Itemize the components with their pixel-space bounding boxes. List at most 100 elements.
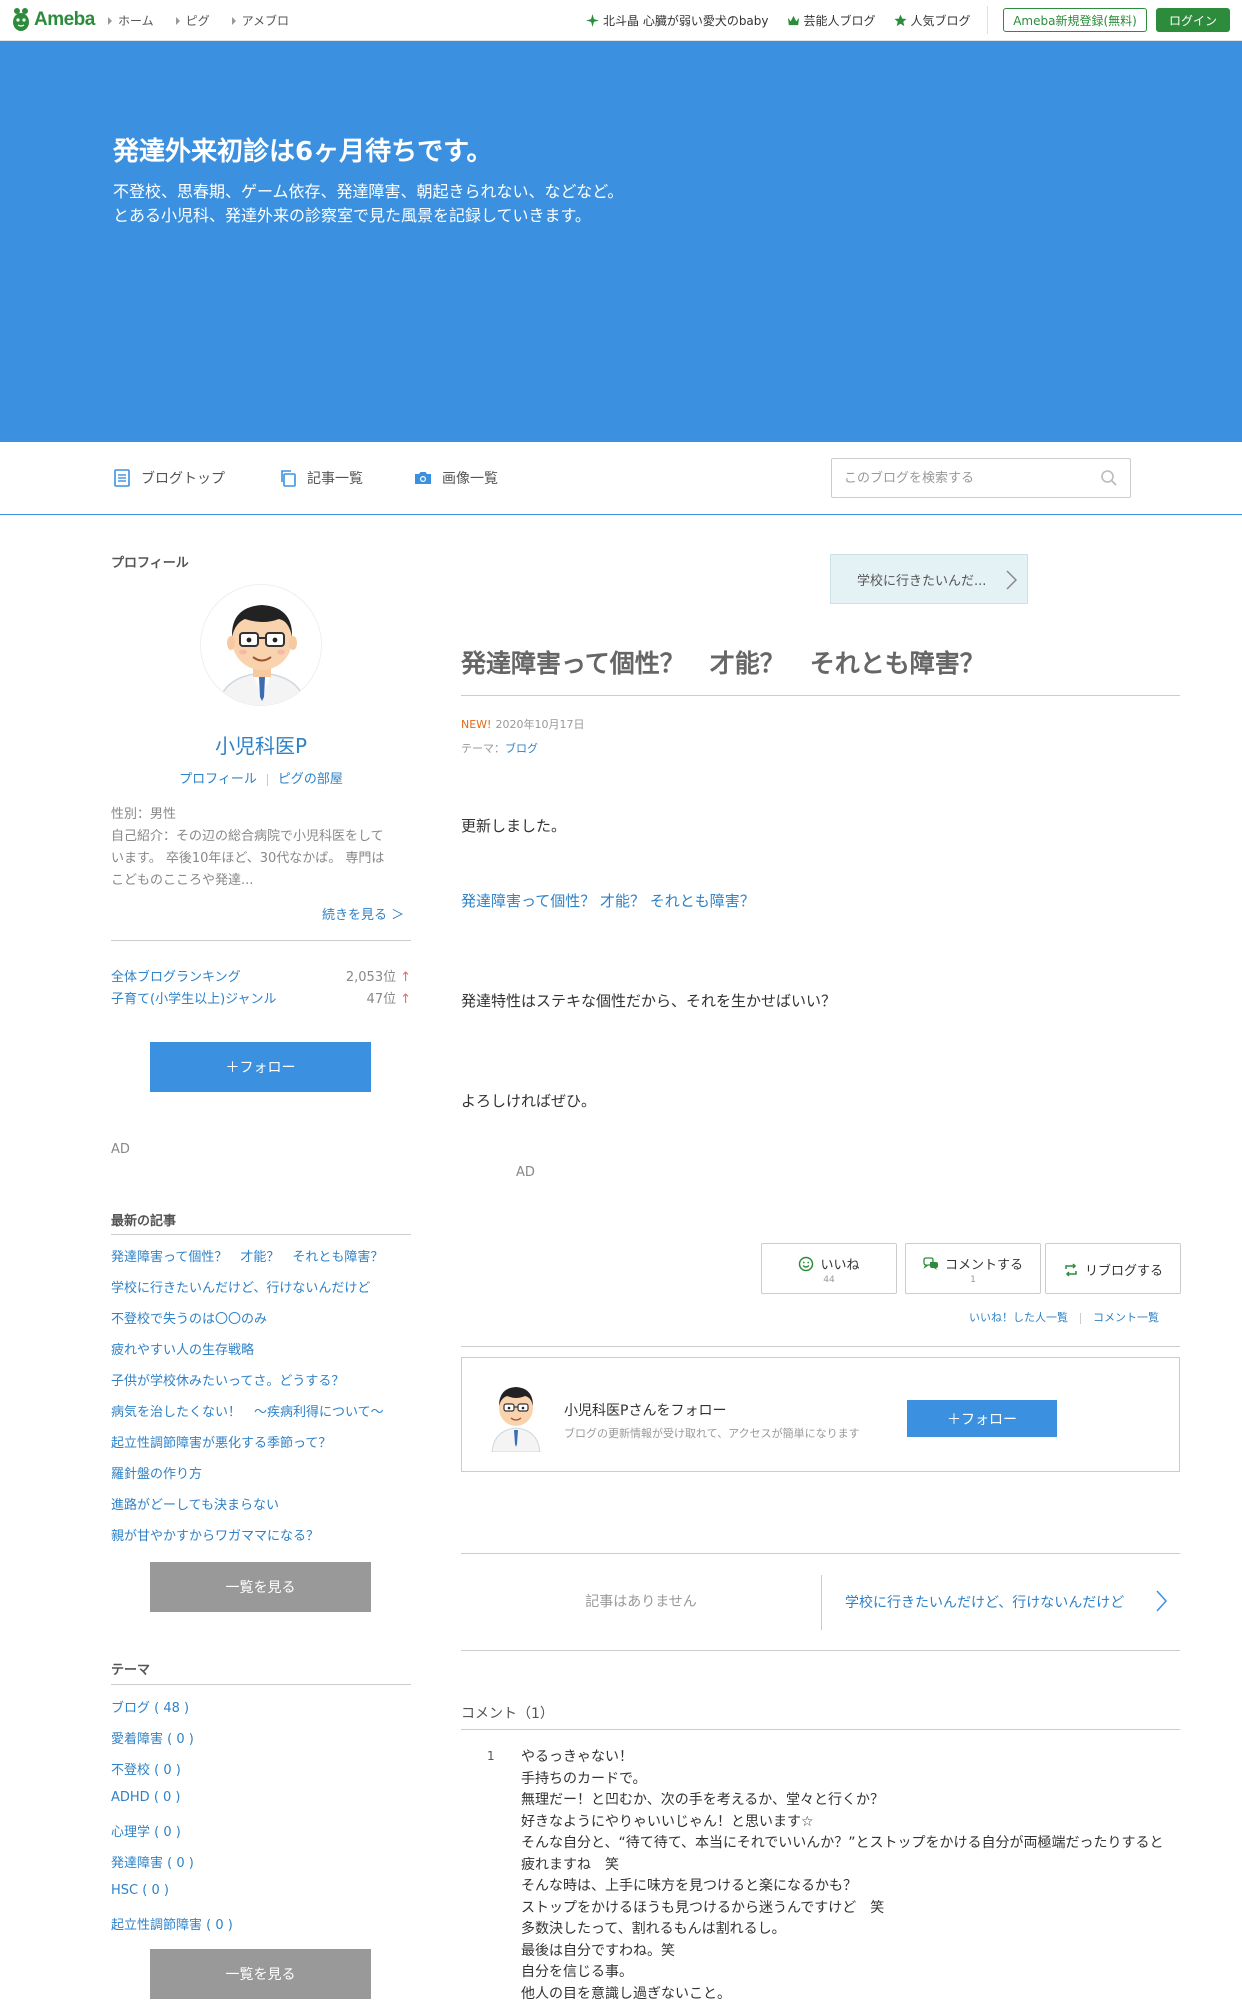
- like-button-content: いいね: [762, 1254, 896, 1273]
- comment-button[interactable]: コメントする 1: [905, 1243, 1041, 1294]
- nav-blog-top[interactable]: ブログトップ: [113, 468, 225, 488]
- entry-theme-link[interactable]: ブログ: [505, 742, 538, 755]
- chevron-right-icon[interactable]: [1155, 1590, 1167, 1612]
- newer-entry-link[interactable]: 学校に行きたいんだ...: [830, 554, 1028, 604]
- popular-blog-link[interactable]: 人気ブログ: [893, 12, 971, 29]
- nav-image-list[interactable]: 画像一覧: [414, 468, 498, 488]
- list-item[interactable]: 心理学 ( 0 ): [111, 1821, 411, 1852]
- list-item[interactable]: 病気を治したくない！ 〜疾病利得について〜: [111, 1401, 411, 1432]
- ranking-genre: 子育て(小学生以上)ジャンル 47位 ↑: [111, 988, 411, 1007]
- like-label: いいね: [820, 1258, 860, 1273]
- list-item[interactable]: 進路がどーしても決まらない: [111, 1494, 411, 1525]
- breadcrumb-home[interactable]: ホーム: [108, 12, 154, 29]
- doctor-avatar-icon: [201, 585, 321, 705]
- comment-line: ストップをかけるほうも見つけるから迷うんですけど 笑: [521, 1899, 885, 1916]
- list-item[interactable]: 発達障害って個性？ 才能？ それとも障害？: [111, 1246, 411, 1277]
- chat-bubble-icon: [923, 1256, 938, 1270]
- breadcrumb-pigg[interactable]: ピグ: [175, 12, 210, 29]
- entry-external-link[interactable]: 発達障害って個性？ 才能？ それとも障害？: [461, 890, 755, 911]
- list-item[interactable]: 不登校で失うのは〇〇のみ: [111, 1308, 411, 1339]
- comment-count: 1: [970, 1275, 976, 1285]
- divider: [461, 1650, 1180, 1651]
- document-icon: [114, 469, 130, 487]
- ranking-overall: 全体ブログランキング 2,053位 ↑: [111, 966, 411, 985]
- follow-button[interactable]: ＋フォロー: [150, 1042, 371, 1092]
- divider: [461, 695, 1180, 696]
- search-icon[interactable]: [1100, 469, 1118, 487]
- ranking-label[interactable]: 全体ブログランキング: [111, 966, 241, 985]
- list-item[interactable]: 疲れやすい人の生存戦略: [111, 1339, 411, 1370]
- nav-entry-list[interactable]: 記事一覧: [279, 468, 363, 488]
- profile-links: プロフィール ピグの部屋: [111, 768, 411, 787]
- follow-button[interactable]: ＋フォロー: [907, 1400, 1057, 1437]
- comment-line: 手持ちのカードで。: [521, 1770, 647, 1787]
- list-item[interactable]: ADHD ( 0 ): [111, 1790, 411, 1821]
- comment-label: コメントする: [944, 1258, 1023, 1273]
- recent-heading: 最新の記事: [111, 1214, 177, 1229]
- pigg-room-link[interactable]: ピグの部屋: [278, 772, 343, 787]
- blog-title[interactable]: 発達外来初診は6ヶ月待ちです。: [113, 131, 493, 168]
- blog-hero: 発達外来初診は6ヶ月待ちです。 不登校、思春期、ゲーム依存、発達障害、朝起きられ…: [0, 41, 1242, 442]
- search-input[interactable]: [832, 459, 1092, 497]
- comment-line: 疲れますね 笑: [521, 1856, 619, 1873]
- blog-search: [831, 458, 1131, 498]
- copy-icon: [281, 470, 296, 487]
- ameba-logo[interactable]: Ameba: [12, 8, 95, 32]
- list-item[interactable]: 起立性調節障害 ( 0 ): [111, 1914, 411, 1945]
- ranking-label[interactable]: 子育て(小学生以上)ジャンル: [111, 988, 277, 1007]
- entry-paragraph: よろしければぜひ。: [461, 1092, 597, 1110]
- entry-title: 発達障害って個性？ 才能？ それとも障害？: [461, 649, 985, 678]
- caret-right-icon: [231, 16, 236, 25]
- nav-label: 記事一覧: [307, 471, 363, 487]
- login-button[interactable]: ログイン: [1156, 8, 1230, 32]
- ranking-value: 47位: [366, 992, 397, 1007]
- profile-heading: プロフィール: [111, 556, 189, 571]
- next-entry-link[interactable]: 学校に行きたいんだけど、行けないんだけど: [845, 1592, 1124, 1612]
- nav-label: 画像一覧: [442, 471, 498, 487]
- header-links: 北斗晶 心臓が弱い愛犬のbaby 芸能人ブログ 人気ブログ: [586, 12, 971, 29]
- list-item[interactable]: 学校に行きたいんだけど、行けないんだけど: [111, 1277, 411, 1308]
- comment-line: そんな自分と、“待て待て、本当にそれでいいんか？”とストップをかける自分が両極端…: [521, 1835, 1164, 1851]
- like-button[interactable]: いいね 44: [761, 1243, 897, 1294]
- profile-name[interactable]: 小児科医P: [111, 730, 411, 759]
- entry-meta: NEW! 2020年10月17日: [461, 716, 584, 732]
- list-item[interactable]: 子供が学校休みたいってさ。どうする？: [111, 1370, 411, 1401]
- breadcrumb-ameblo[interactable]: アメブロ: [231, 12, 289, 29]
- like-list-link[interactable]: いいね！した人一覧: [969, 1311, 1068, 1324]
- list-item[interactable]: 愛着障害 ( 0 ): [111, 1728, 411, 1759]
- divider: [461, 1346, 1180, 1347]
- ad-label: AD: [111, 1142, 130, 1157]
- list-item[interactable]: 発達障害 ( 0 ): [111, 1852, 411, 1883]
- list-item[interactable]: 羅針盤の作り方: [111, 1463, 411, 1494]
- list-item[interactable]: HSC ( 0 ): [111, 1883, 411, 1914]
- reblog-button[interactable]: リブログする: [1045, 1243, 1181, 1294]
- comment-line: 好きなようにやりゃいいじゃん！と思います☆: [521, 1813, 814, 1830]
- avatar[interactable]: [200, 584, 322, 706]
- camera-icon: [415, 472, 431, 484]
- caret-right-icon: [175, 16, 180, 25]
- profile-readmore-link[interactable]: 続きを見る ＞: [322, 904, 404, 923]
- comment-line: 自分を信じる事。: [521, 1964, 633, 1980]
- comment-list-link[interactable]: コメント一覧: [1093, 1311, 1159, 1324]
- divider: [111, 940, 411, 941]
- profile-link[interactable]: プロフィール: [179, 772, 257, 787]
- trending-link[interactable]: 北斗晶 心臓が弱い愛犬のbaby: [586, 12, 769, 29]
- blog-description-line: とある小児科、発達外来の診察室で見た風景を記録していきます。: [113, 206, 591, 225]
- comment-line: やるっきゃない！: [521, 1749, 633, 1765]
- theme-more-button[interactable]: 一覧を見る: [150, 1949, 371, 1999]
- register-button[interactable]: Ameba新規登録(無料): [1003, 8, 1147, 32]
- profile-intro-line: こどものこころや発達...: [111, 873, 254, 888]
- recent-more-button[interactable]: 一覧を見る: [150, 1562, 371, 1612]
- smile-icon: [799, 1256, 814, 1271]
- recent-entries-list: 発達障害って個性？ 才能？ それとも障害？ 学校に行きたいんだけど、行けないんだ…: [111, 1246, 411, 1556]
- list-item[interactable]: ブログ ( 48 ): [111, 1697, 411, 1728]
- pager-divider: [821, 1575, 822, 1630]
- celebrity-blog-label: 芸能人ブログ: [803, 14, 876, 28]
- list-item[interactable]: 起立性調節障害が悪化する季節って？: [111, 1432, 411, 1463]
- blog-description: 不登校、思春期、ゲーム依存、発達障害、朝起きられない、などなど。 とある小児科、…: [113, 180, 623, 228]
- list-item[interactable]: 親が甘やかすからワガママになる？: [111, 1525, 411, 1556]
- celebrity-blog-link[interactable]: 芸能人ブログ: [787, 12, 876, 29]
- reblog-icon: [1065, 1262, 1077, 1277]
- reaction-links: いいね！した人一覧 コメント一覧: [969, 1309, 1159, 1325]
- list-item[interactable]: 不登校 ( 0 ): [111, 1759, 411, 1790]
